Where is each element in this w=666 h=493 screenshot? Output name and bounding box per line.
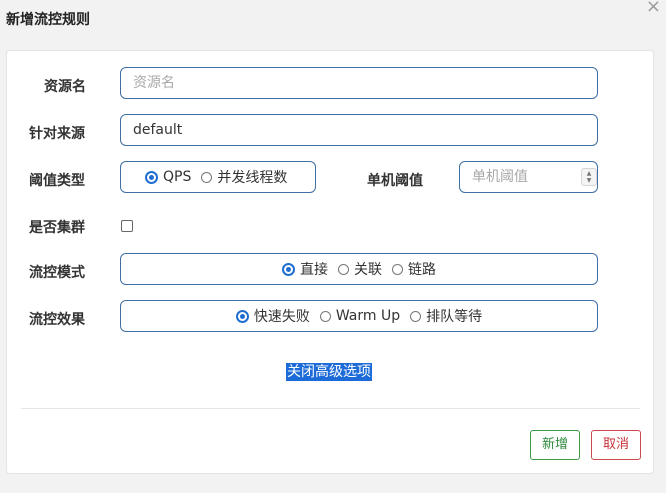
limit-app-label: 针对来源 [29,126,85,142]
control-behavior-label: 流控效果 [29,312,85,328]
radio-relate[interactable]: 关联 [338,259,382,279]
single-threshold-input[interactable] [459,161,598,193]
radio-selected-icon [145,170,158,184]
radio-relate-label: 关联 [354,262,382,278]
limit-app-input[interactable] [120,114,598,146]
stepper-arrows-icon[interactable]: ▲ ▼ [581,168,597,186]
radio-fast-fail[interactable]: 快速失败 [235,306,310,326]
resource-name-input[interactable] [120,67,598,99]
dialog: 新增流控规则 × 资源名 针对来源 阈值类型 QPS 并发线程数 单机阈值 ▲ … [0,0,666,493]
radio-chain-label: 链路 [408,262,436,278]
advanced-options-link[interactable]: 关闭高级选项 [286,363,372,381]
strategy-label: 流控模式 [29,265,85,281]
stepper-up-icon[interactable]: ▲ [587,170,592,177]
threshold-type-label: 阈值类型 [29,173,85,189]
stepper-down-icon[interactable]: ▼ [587,177,592,184]
radio-warm-up-label: Warm Up [335,308,401,324]
radio-selected-icon [235,309,249,323]
radio-chain[interactable]: 链路 [392,259,436,279]
radio-qps-label: QPS [163,169,192,185]
radio-warm-up[interactable]: Warm Up [319,308,401,324]
resource-name-label: 资源名 [44,79,86,95]
radio-unselected-icon [392,263,403,275]
cluster-mode-checkbox[interactable] [121,220,133,232]
radio-queue-label: 排队等待 [426,309,483,325]
radio-thread-count[interactable]: 并发线程数 [201,167,287,187]
radio-direct-label: 直接 [300,262,328,278]
strategy-group: 直接 关联 链路 [120,253,598,285]
radio-selected-icon [282,262,295,276]
radio-fast-fail-label: 快速失败 [253,309,310,325]
threshold-type-group: QPS 并发线程数 [120,161,316,193]
close-icon[interactable]: × [646,0,661,16]
cluster-mode-label: 是否集群 [29,220,85,236]
radio-qps[interactable]: QPS [145,169,191,185]
single-threshold-label: 单机阈值 [367,173,423,189]
form-panel: 资源名 针对来源 阈值类型 QPS 并发线程数 单机阈值 ▲ ▼ 是否集群 流控… [6,50,654,474]
control-behavior-group: 快速失败 Warm Up 排队等待 [120,300,598,332]
radio-direct[interactable]: 直接 [282,259,328,279]
dialog-title: 新增流控规则 [6,12,90,28]
radio-queue[interactable]: 排队等待 [410,306,482,326]
radio-unselected-icon [338,263,349,275]
radio-thread-count-label: 并发线程数 [217,170,288,186]
radio-unselected-icon [410,310,422,322]
add-button[interactable]: 新增 [530,430,580,460]
divider [21,408,640,409]
cancel-button[interactable]: 取消 [591,430,641,460]
radio-unselected-icon [319,310,331,322]
radio-unselected-icon [201,171,213,183]
